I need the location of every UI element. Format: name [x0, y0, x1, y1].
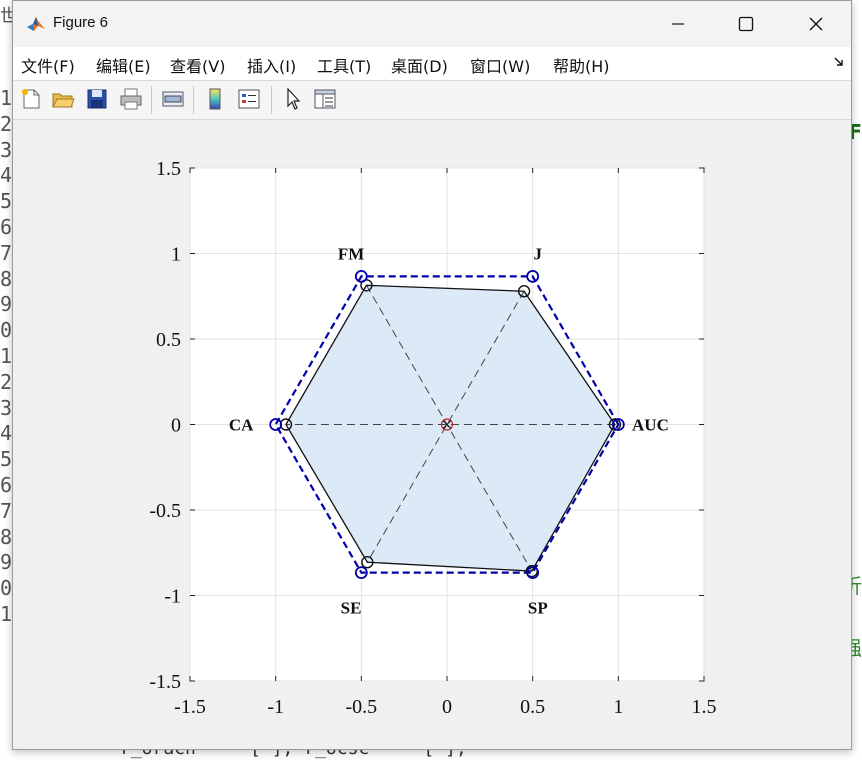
- pointer-icon[interactable]: [281, 87, 305, 111]
- line-number: 3: [0, 395, 13, 420]
- x-tick-label: 1.5: [692, 696, 717, 718]
- menu-insert[interactable]: 插入(I): [247, 53, 296, 77]
- line-number: 1: [0, 602, 13, 626]
- menu-tools[interactable]: 工具(T): [317, 53, 371, 77]
- line-number: 9: [0, 292, 13, 317]
- line-number: 4: [0, 163, 13, 188]
- property-inspector-icon[interactable]: [313, 87, 337, 111]
- x-tick-label: 0.5: [520, 696, 545, 718]
- matlab-icon: [25, 13, 47, 35]
- radar-axis-label-ca: CA: [229, 416, 254, 435]
- line-number: 8: [0, 524, 13, 549]
- save-icon[interactable]: [85, 87, 109, 111]
- figure-canvas: -1.5 -1 -0.5 0 0.5 1 1.5 1.5 1 0.5 0 -0.5 -1 -1.5 AUC…: [13, 120, 851, 750]
- radar-axis-label-j: J: [534, 245, 543, 264]
- window-title: Figure 6: [53, 14, 109, 31]
- line-number: 1: [0, 344, 13, 368]
- y-tick-label: 1.5: [156, 158, 181, 180]
- line-number: 7: [0, 498, 13, 523]
- line-number: 6: [0, 215, 13, 239]
- x-tick-label: 1: [613, 696, 623, 718]
- line-number: 0: [0, 576, 13, 601]
- radar-axis-label-auc: AUC: [632, 416, 669, 435]
- colorbar-icon[interactable]: [203, 87, 227, 111]
- y-tick-label: -1: [164, 586, 181, 608]
- menu-desktop[interactable]: 桌面(D): [391, 53, 448, 77]
- y-tick-label: -0.5: [149, 500, 181, 522]
- radar-axis-label-sp: SP: [528, 598, 548, 617]
- y-tick-label: 1: [171, 244, 181, 266]
- maximize-button[interactable]: [711, 1, 781, 47]
- minimize-icon: [672, 23, 684, 25]
- minimize-button[interactable]: [643, 1, 713, 47]
- line-number: 1: [0, 86, 13, 110]
- line-number: 8: [0, 266, 13, 291]
- menu-window[interactable]: 窗口(W): [470, 53, 530, 77]
- legend-icon[interactable]: [237, 87, 261, 111]
- x-tick-label: -1: [267, 696, 284, 718]
- menu-edit[interactable]: 编辑(E): [96, 53, 151, 77]
- x-tick-label: 0: [442, 696, 452, 718]
- new-figure-icon[interactable]: [19, 87, 43, 111]
- menu-help[interactable]: 帮助(H): [553, 53, 610, 77]
- x-tick-label: -0.5: [345, 696, 377, 718]
- line-number: 3: [0, 137, 13, 162]
- radar-axis-label-fm: FM: [338, 245, 364, 264]
- line-number: 7: [0, 240, 13, 265]
- x-tick-label: -1.5: [174, 696, 206, 718]
- line-number: 2: [0, 369, 13, 394]
- title-bar[interactable]: Figure 6: [13, 1, 851, 47]
- line-number: 9: [0, 550, 13, 575]
- close-icon: [809, 17, 823, 31]
- radar-plot[interactable]: -1.5 -1 -0.5 0 0.5 1 1.5 1.5 1 0.5 0 -0.5 -1 -1.5 AUC…: [13, 120, 851, 750]
- menu-view[interactable]: 查看(V): [170, 53, 225, 77]
- toolbar-separator: [151, 86, 152, 114]
- line-number: 5: [0, 447, 13, 472]
- y-tick-label: 0: [171, 415, 181, 437]
- print-icon[interactable]: [119, 87, 143, 111]
- line-number: 2: [0, 111, 13, 136]
- maximize-icon: [738, 16, 754, 32]
- figure-window: Figure 6 文件(F) 编辑(E) 查看(V) 插入(I) 工具(T) 桌…: [12, 0, 852, 750]
- y-tick-label: 0.5: [156, 329, 181, 351]
- radar-axis-label-se: SE: [341, 598, 362, 617]
- menu-bar: 文件(F) 编辑(E) 查看(V) 插入(I) 工具(T) 桌面(D) 窗口(W…: [13, 47, 851, 81]
- line-number: 6: [0, 473, 13, 497]
- toolbar-separator: [193, 86, 194, 114]
- line-number: 0: [0, 318, 13, 343]
- toolbar-separator: [271, 86, 272, 114]
- dock-arrow-icon[interactable]: [833, 56, 845, 68]
- link-icon[interactable]: [161, 87, 185, 111]
- line-number: 4: [0, 421, 13, 446]
- menu-file[interactable]: 文件(F): [21, 53, 75, 77]
- line-number: 5: [0, 189, 13, 214]
- close-button[interactable]: [781, 1, 851, 47]
- toolbar: [13, 81, 851, 120]
- y-tick-label: -1.5: [149, 671, 181, 693]
- open-file-icon[interactable]: [51, 87, 75, 111]
